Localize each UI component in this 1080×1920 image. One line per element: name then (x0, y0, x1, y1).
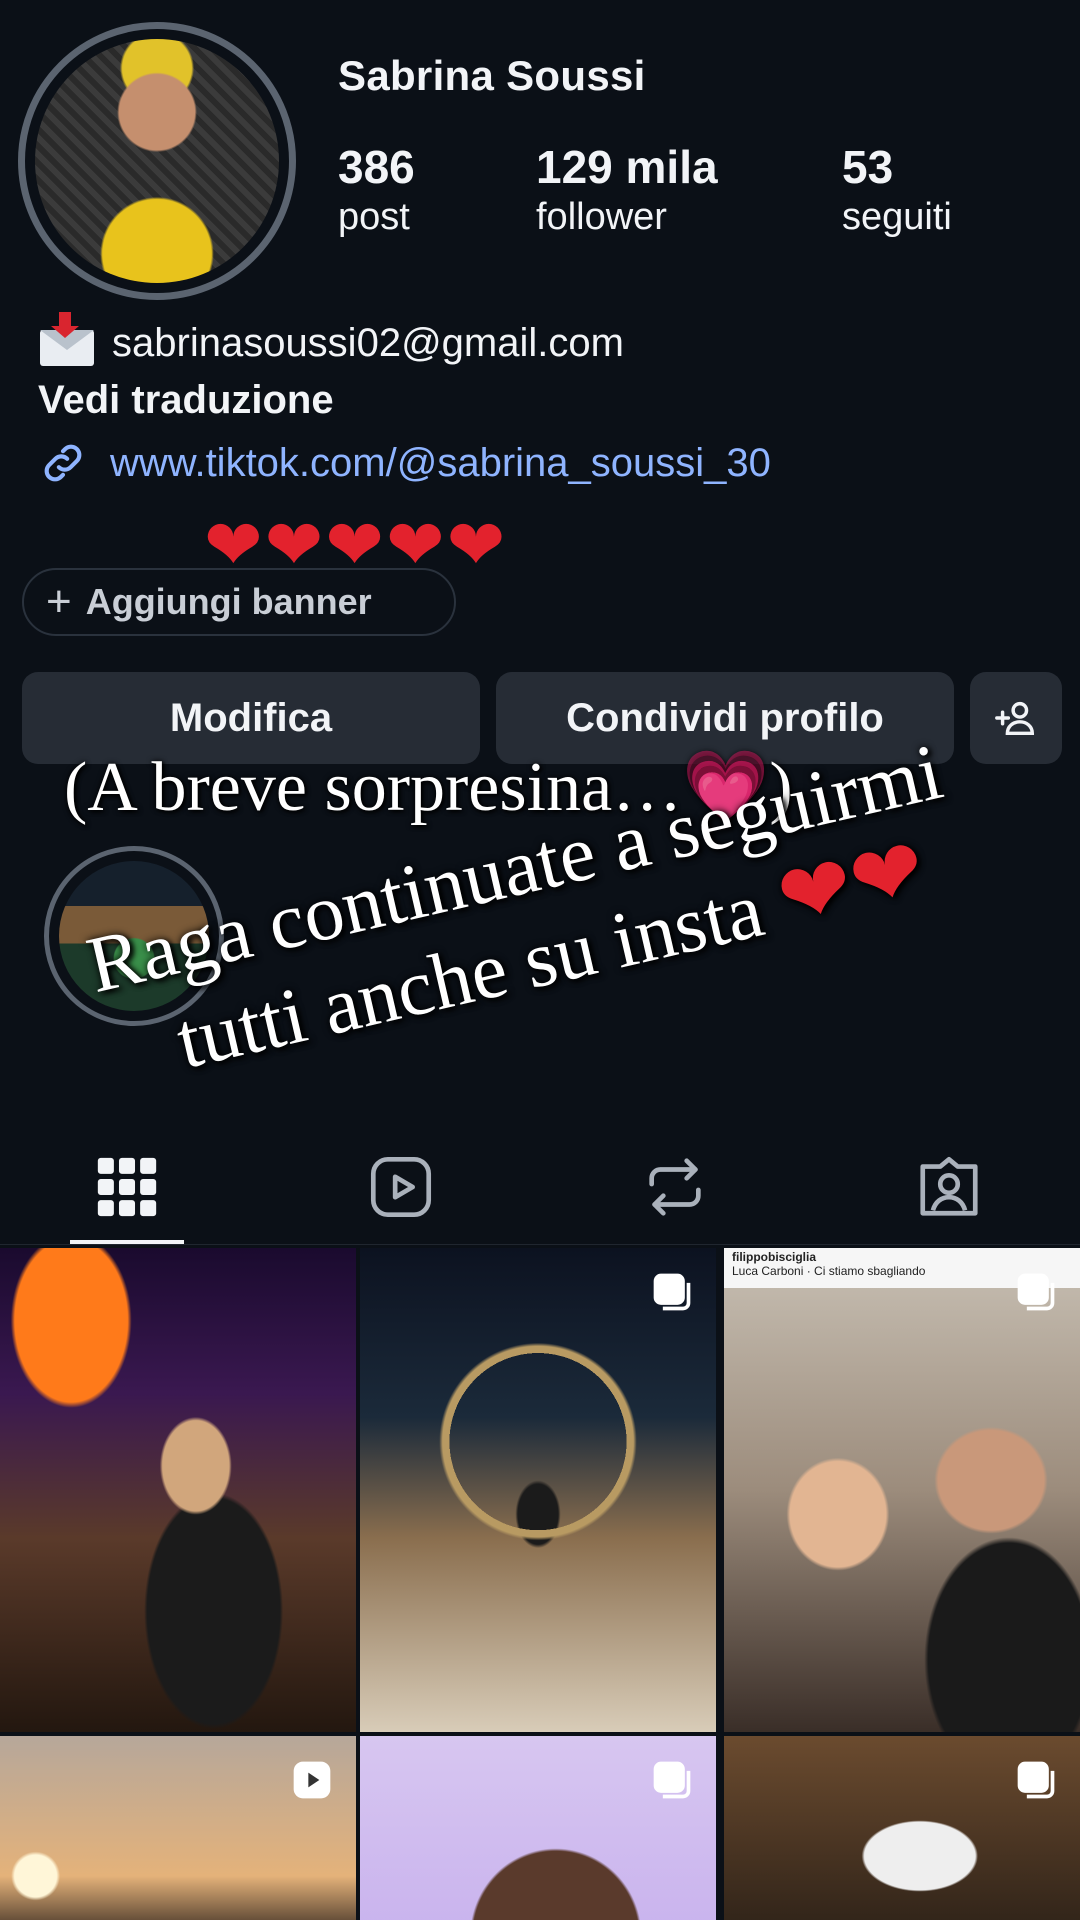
stat-following[interactable]: 53 seguiti (842, 140, 952, 240)
post-thumbnail[interactable] (0, 1736, 356, 1920)
reshared-account: filippobisciglia (732, 1250, 817, 1264)
post-thumbnail[interactable] (360, 1248, 716, 1732)
play-icon (293, 1761, 331, 1799)
bio-external-link[interactable]: www.tiktok.com/@sabrina_soussi_30 (38, 438, 771, 488)
reshared-post-header: filippobisciglia Luca Carboni · Ci stiam… (732, 1250, 925, 1278)
followers-label: follower (536, 196, 667, 238)
reels-icon[interactable] (366, 1152, 436, 1222)
reshared-song: Luca Carboni · Ci stiamo sbagliando (732, 1264, 926, 1278)
bio-email-text: sabrinasoussi02@gmail.com (112, 320, 624, 365)
post-thumbnail[interactable] (360, 1736, 716, 1920)
tab-divider (0, 1244, 1080, 1245)
carousel-icon (1017, 1761, 1055, 1799)
see-translation-link[interactable]: Vedi traduzione (38, 378, 334, 423)
tagged-icon[interactable] (914, 1152, 984, 1222)
carousel-icon (653, 1273, 691, 1311)
active-tab-indicator (70, 1240, 184, 1244)
add-banner-button[interactable]: + Aggiungi banner (22, 568, 456, 636)
profile-avatar[interactable] (18, 22, 296, 300)
profile-username: Sabrina Soussi (338, 52, 646, 99)
avatar-image (35, 39, 279, 283)
following-label: seguiti (842, 196, 952, 238)
stat-followers[interactable]: 129 mila follower (536, 140, 718, 240)
plus-icon: + (46, 577, 72, 626)
grid-icon[interactable] (92, 1152, 162, 1222)
post-thumbnail[interactable] (0, 1248, 356, 1732)
envelope-arrow-icon (38, 312, 94, 368)
bio-link-text: www.tiktok.com/@sabrina_soussi_30 (110, 440, 771, 485)
stat-posts[interactable]: 386 post (338, 140, 415, 240)
carousel-icon (1017, 1273, 1055, 1311)
post-thumbnail[interactable] (724, 1736, 1080, 1920)
followers-count: 129 mila (536, 141, 718, 193)
bio-email: sabrinasoussi02@gmail.com (38, 312, 624, 368)
reposts-icon[interactable] (640, 1152, 710, 1222)
post-thumbnail[interactable]: filippobisciglia Luca Carboni · Ci stiam… (724, 1248, 1080, 1732)
posts-label: post (338, 196, 410, 238)
profile-screen: Sabrina Soussi 386 post 129 mila followe… (0, 0, 1080, 1920)
add-banner-label: Aggiungi banner (85, 581, 372, 622)
carousel-icon (653, 1761, 691, 1799)
following-count: 53 (842, 141, 894, 193)
posts-count: 386 (338, 141, 415, 193)
link-icon (44, 444, 82, 482)
